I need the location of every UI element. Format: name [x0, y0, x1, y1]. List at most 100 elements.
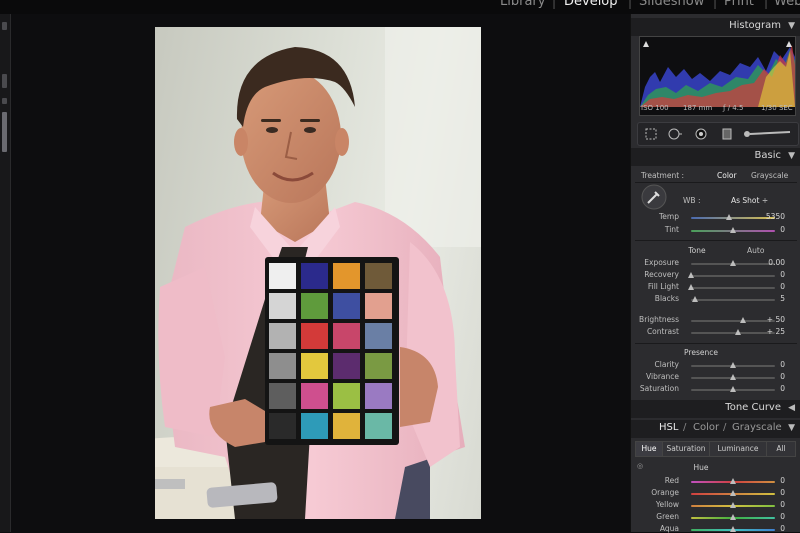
exif-iso: ISO 100	[641, 104, 669, 112]
hsl-green-label: Green	[656, 512, 679, 521]
clarity-label: Clarity	[654, 360, 679, 369]
blacks-value[interactable]: 5	[761, 294, 785, 303]
fill-light-value[interactable]: 0	[761, 282, 785, 291]
crop-icon[interactable]	[644, 127, 658, 141]
strip-scrollbar[interactable]	[2, 112, 7, 152]
left-panel-strip[interactable]	[0, 14, 11, 532]
adjustment-brush-icon[interactable]	[742, 127, 792, 141]
color-checker-patch	[365, 353, 392, 379]
exif-shutter: 1/30 SEC	[761, 104, 793, 112]
hsl-yellow-value[interactable]: 0	[761, 500, 785, 509]
tone-auto-button[interactable]: Auto	[747, 246, 764, 255]
graduated-filter-icon[interactable]	[720, 127, 734, 141]
contrast-label: Contrast	[646, 327, 679, 336]
blacks-slider-thumb[interactable]	[692, 296, 699, 302]
target-adjust-icon[interactable]: ◎	[637, 462, 643, 470]
hsl-yellow-slider-thumb[interactable]	[730, 502, 736, 508]
hsl-tab-all[interactable]: All	[766, 441, 796, 457]
color-checker-patch	[301, 323, 328, 349]
strip-handle[interactable]	[2, 22, 7, 30]
contrast-value[interactable]: + 25	[761, 327, 785, 336]
clarity-slider-thumb[interactable]	[730, 362, 736, 368]
module-slideshow[interactable]: Slideshow	[639, 0, 704, 9]
hsl-grayscale-title[interactable]: Grayscale	[732, 422, 782, 433]
hsl-aqua-slider-thumb[interactable]	[730, 526, 736, 532]
fill-light-label: Fill Light	[647, 282, 679, 291]
brightness-slider-thumb[interactable]	[740, 317, 747, 323]
color-checker-patch	[365, 383, 392, 409]
basic-header[interactable]: Basic ▼	[631, 148, 800, 166]
color-checker-patch	[333, 383, 360, 409]
hsl-red-value[interactable]: 0	[761, 476, 785, 485]
vibrance-slider-thumb[interactable]	[730, 374, 736, 380]
saturation-slider-thumb[interactable]	[730, 386, 736, 392]
color-checker-patch	[269, 353, 296, 379]
color-checker-patch	[333, 293, 360, 319]
brightness-value[interactable]: + 50	[761, 315, 785, 324]
vibrance-value[interactable]: 0	[761, 372, 785, 381]
tint-slider-thumb[interactable]	[730, 227, 736, 233]
hsl-orange-value[interactable]: 0	[761, 488, 785, 497]
color-checker-patch	[301, 383, 328, 409]
red-eye-icon[interactable]	[694, 127, 708, 141]
wb-preset-select[interactable]: As Shot ÷	[731, 196, 768, 205]
color-checker-patch	[269, 383, 296, 409]
collapse-triangle-icon[interactable]: ▼	[788, 423, 795, 433]
temp-value[interactable]: 5350	[761, 212, 785, 221]
hsl-red-slider-thumb[interactable]	[730, 478, 736, 484]
hsl-tab-luminance[interactable]: Luminance	[709, 441, 767, 457]
spot-removal-icon[interactable]	[668, 127, 682, 141]
expand-triangle-icon[interactable]: ◀	[788, 403, 795, 413]
blacks-label: Blacks	[654, 294, 679, 303]
hsl-color-title[interactable]: Color	[693, 422, 719, 433]
color-checker-patch	[365, 263, 392, 289]
histogram-header[interactable]: Histogram ▼	[631, 18, 800, 36]
module-library[interactable]: Library	[500, 0, 545, 9]
tone-curve-header[interactable]: Tone Curve ◀	[631, 400, 800, 418]
white-balance-eyedropper-icon[interactable]	[641, 184, 667, 210]
hsl-tab-saturation[interactable]: Saturation	[662, 441, 710, 457]
hsl-title[interactable]: HSL	[659, 422, 678, 433]
saturation-value[interactable]: 0	[761, 384, 785, 393]
photo-preview[interactable]	[155, 27, 481, 519]
module-web[interactable]: Web	[774, 0, 800, 9]
strip-handle[interactable]	[2, 98, 7, 104]
exposure-value[interactable]: 0.00	[761, 258, 785, 267]
hsl-orange-label: Orange	[651, 488, 679, 497]
collapse-triangle-icon[interactable]: ▼	[788, 21, 795, 31]
color-checker-patch	[301, 293, 328, 319]
exposure-slider-thumb[interactable]	[730, 260, 736, 266]
hsl-orange-slider-thumb[interactable]	[730, 490, 736, 496]
module-separator: |	[628, 0, 633, 9]
module-print[interactable]: Print	[724, 0, 754, 9]
hsl-header[interactable]: HSL / Color / Grayscale ▼	[631, 420, 800, 438]
exif-focal-length: 187 mm	[683, 104, 713, 112]
clarity-value[interactable]: 0	[761, 360, 785, 369]
recovery-value[interactable]: 0	[761, 270, 785, 279]
color-checker-patch	[365, 323, 392, 349]
color-checker-patch	[365, 293, 392, 319]
photo-image	[155, 27, 481, 519]
color-checker-patch	[333, 263, 360, 289]
tint-value[interactable]: 0	[761, 225, 785, 234]
hsl-green-slider-thumb[interactable]	[730, 514, 736, 520]
treatment-color-option[interactable]: Color	[717, 171, 737, 180]
fill-light-slider-thumb[interactable]	[688, 284, 694, 290]
module-separator: |	[764, 0, 769, 9]
color-checker-patch	[365, 413, 392, 439]
tone-section-title: Tone	[688, 246, 706, 255]
module-picker: Library | Develop | Slideshow | Print | …	[0, 0, 800, 14]
color-checker-patch	[269, 293, 296, 319]
recovery-slider-thumb[interactable]	[688, 272, 694, 278]
treatment-grayscale-option[interactable]: Grayscale	[751, 171, 788, 180]
module-develop[interactable]: Develop	[564, 0, 618, 9]
color-checker-patch	[301, 263, 328, 289]
hsl-tab-hue[interactable]: Hue	[635, 441, 663, 457]
strip-handle[interactable]	[2, 74, 7, 88]
color-checker-patch	[333, 413, 360, 439]
collapse-triangle-icon[interactable]: ▼	[788, 151, 795, 161]
temp-slider-thumb[interactable]	[725, 214, 732, 220]
contrast-slider-thumb[interactable]	[735, 329, 742, 335]
hsl-red-label: Red	[664, 476, 679, 485]
hsl-green-value[interactable]: 0	[761, 512, 785, 521]
